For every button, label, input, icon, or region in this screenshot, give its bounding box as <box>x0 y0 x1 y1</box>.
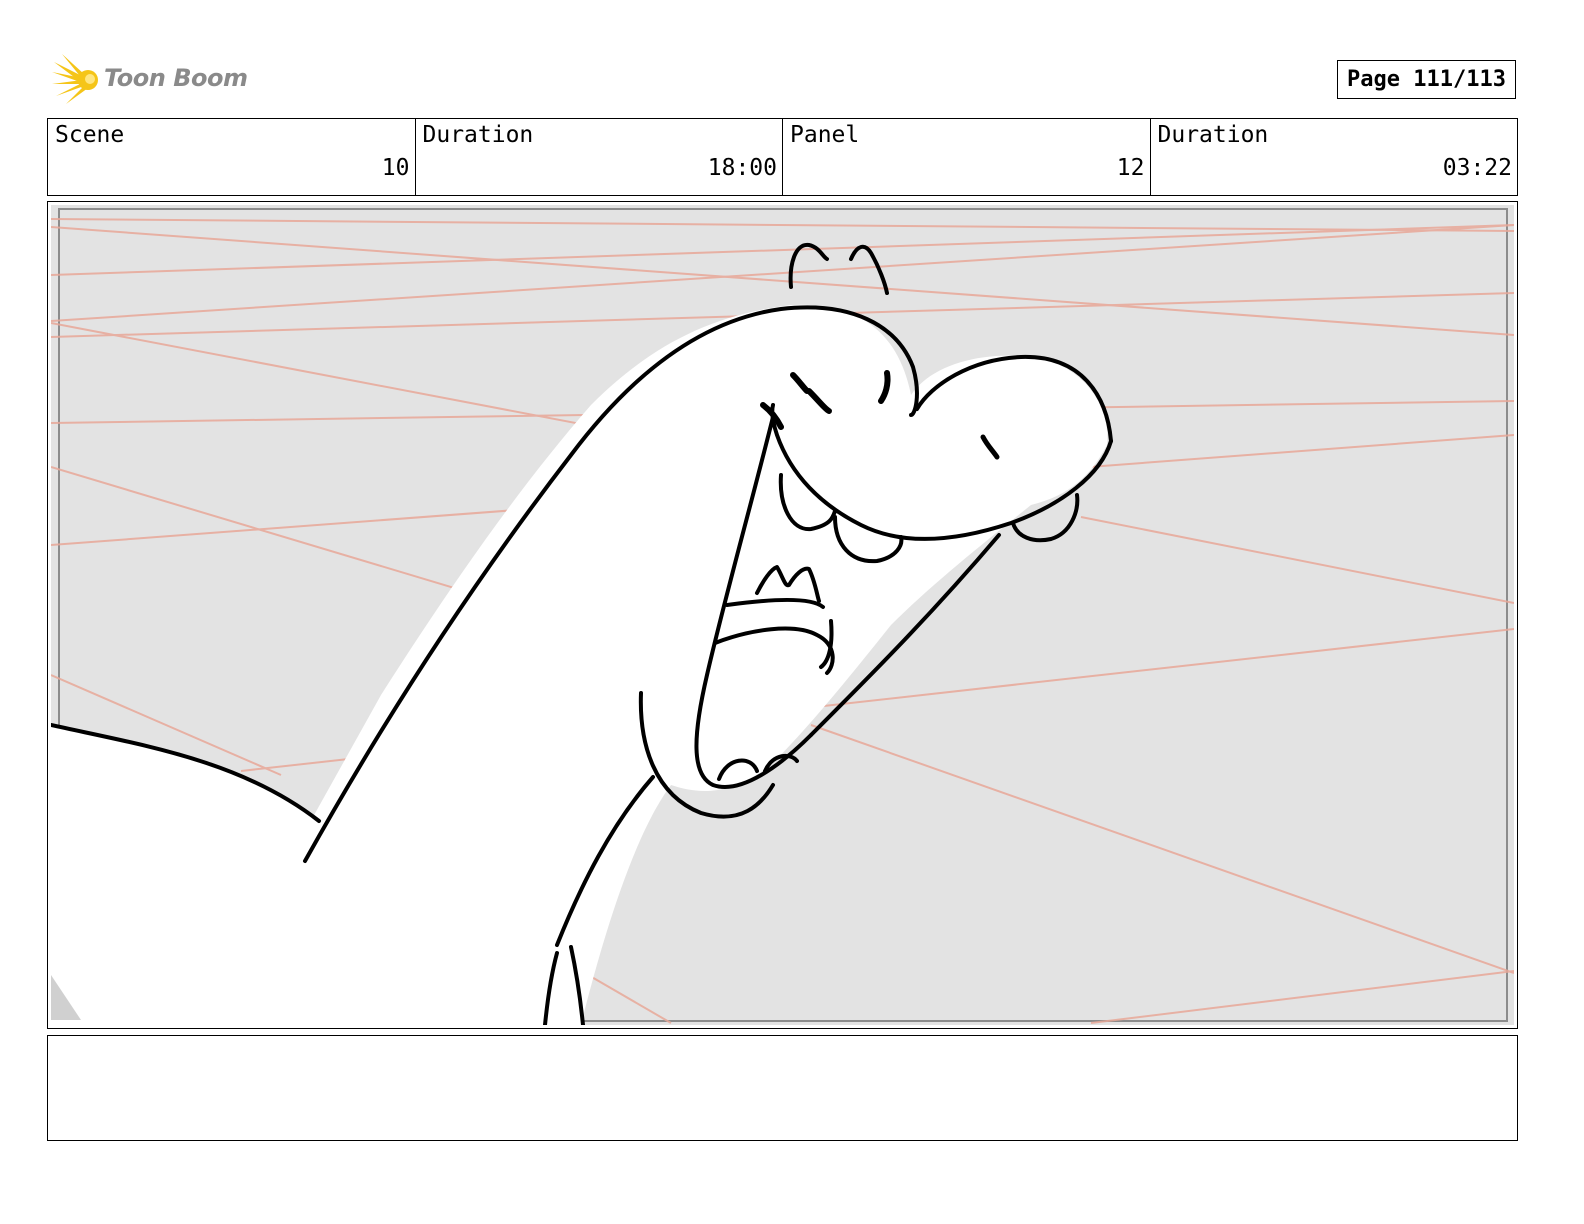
scene-duration-label: Duration <box>422 122 534 148</box>
page-indicator: Page 111/113 <box>1337 60 1516 99</box>
scene-value: 10 <box>381 155 410 181</box>
panel-duration-value: 03:22 <box>1442 155 1512 181</box>
panel-drawing <box>51 205 1514 1025</box>
panel-duration-cell: Duration 03:22 <box>1151 119 1518 195</box>
panel-duration-label: Duration <box>1157 122 1269 148</box>
info-table: Scene 10 Duration 18:00 Panel 12 Duratio… <box>47 118 1518 196</box>
panel-notes[interactable] <box>47 1035 1518 1141</box>
logo-text: Toon Boom <box>104 64 248 92</box>
panel-label: Panel <box>790 122 860 148</box>
panel-value: 12 <box>1116 155 1145 181</box>
panel-cell: Panel 12 <box>783 119 1151 195</box>
scene-duration-cell: Duration 18:00 <box>416 119 783 195</box>
scene-cell: Scene 10 <box>48 119 416 195</box>
scene-duration-value: 18:00 <box>707 155 777 181</box>
star-burst-icon <box>52 54 98 104</box>
scene-label: Scene <box>55 122 125 148</box>
toon-boom-logo: Toon Boom <box>52 54 252 110</box>
storyboard-panel <box>47 201 1518 1029</box>
